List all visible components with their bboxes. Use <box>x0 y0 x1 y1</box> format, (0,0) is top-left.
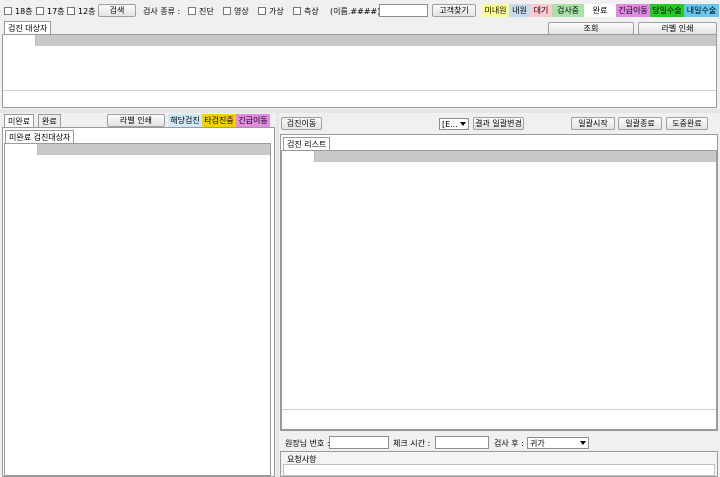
checkbox-box[interactable] <box>4 7 12 15</box>
exam-type-label: 검사 종류 : <box>143 7 181 16</box>
customer-name-input[interactable] <box>379 4 428 17</box>
chevron-down-icon <box>580 441 586 445</box>
grid-corner <box>5 144 38 155</box>
request-notes-frame: 요청사항 <box>280 451 718 477</box>
legend-this-exam: 해당검진 <box>168 114 202 127</box>
exam-move-button[interactable]: 검진이동 <box>281 117 322 130</box>
tab-incomplete-exam-targets[interactable]: 미완료 검진대상자 <box>5 130 75 143</box>
checkbox-box[interactable] <box>293 7 301 15</box>
status-legend-in-exam: 검사중 <box>552 4 584 17</box>
checkbox-box[interactable] <box>258 7 266 15</box>
grid-header <box>3 35 716 46</box>
result-select[interactable]: [E... <box>439 118 469 130</box>
status-legend-waiting: 대기 <box>530 4 552 17</box>
floor-18-checkbox[interactable]: 18층 <box>4 6 33 17</box>
status-legend-not-visited: 미내원 <box>482 4 509 17</box>
batch-result-change-button[interactable]: 결과 일괄변경 <box>473 117 524 130</box>
checkbox-box[interactable] <box>223 7 231 15</box>
customer-search-button[interactable]: 고객찾기 <box>432 4 476 17</box>
after-exam-label: 검사 후 : <box>494 439 524 448</box>
checkbox-box[interactable] <box>67 7 75 15</box>
grid-corner <box>3 35 36 46</box>
status-legend-urgent-move: 긴급이동 <box>616 4 650 17</box>
right-panel-frame: 검진 리스트 <box>280 134 718 431</box>
batch-end-button[interactable]: 일괄종료 <box>618 117 662 130</box>
search-button[interactable]: 검색 <box>98 4 136 17</box>
status-legend-done: 완료 <box>584 4 616 17</box>
chevron-down-icon <box>460 122 466 126</box>
status-legend-same-day-surgery: 당일수술 <box>650 4 684 17</box>
midway-complete-button[interactable]: 도중완료 <box>666 117 708 130</box>
doctor-number-input[interactable] <box>329 436 389 449</box>
horizontal-splitter[interactable] <box>0 109 720 113</box>
checkbox-box[interactable] <box>36 7 44 15</box>
after-exam-select[interactable]: 귀가 <box>527 437 589 449</box>
left-label-print-button[interactable]: 라벨 인쇄 <box>107 114 165 127</box>
grid-divider <box>282 409 716 410</box>
floor-17-checkbox[interactable]: 17층 <box>36 6 65 17</box>
name-format-hint: (이름.####) <box>330 7 381 16</box>
incomplete-exam-targets-grid[interactable] <box>4 143 271 476</box>
vertical-splitter[interactable] <box>276 113 279 477</box>
legend-other-exam-in-progress: 타검진중 <box>202 114 236 127</box>
doctor-number-label: 원장님 번호 : <box>285 439 330 448</box>
exam-type-diagnosis-checkbox[interactable]: 진단 <box>188 6 214 17</box>
checkbox-box[interactable] <box>188 7 196 15</box>
exam-type-measure-checkbox[interactable]: 측상 <box>293 6 319 17</box>
request-notes-input[interactable] <box>283 464 715 476</box>
tab-exam-list[interactable]: 검진 리스트 <box>283 137 331 150</box>
grid-corner <box>282 151 315 162</box>
batch-start-button[interactable]: 일괄시작 <box>571 117 615 130</box>
exam-type-virtual-checkbox[interactable]: 가상 <box>258 6 284 17</box>
check-time-label: 체크 시간 : <box>393 439 431 448</box>
exam-type-imaging-checkbox[interactable]: 영상 <box>223 6 249 17</box>
status-legend-visited: 내원 <box>509 4 530 17</box>
grid-header <box>282 151 716 162</box>
tab-complete[interactable]: 완료 <box>38 114 61 127</box>
exam-targets-grid[interactable] <box>2 34 717 108</box>
legend-urgent-move: 긴급이동 <box>236 114 270 127</box>
grid-header <box>5 144 270 155</box>
floor-12-checkbox[interactable]: 12층 <box>67 6 96 17</box>
grid-divider <box>3 90 716 91</box>
tab-exam-targets[interactable]: 검진 대상자 <box>4 21 52 34</box>
tab-incomplete[interactable]: 미완료 <box>4 114 35 127</box>
exam-list-grid[interactable] <box>281 150 717 430</box>
left-panel-frame: 미완료 검진대상자 <box>2 127 275 477</box>
check-time-input[interactable] <box>435 436 489 449</box>
status-legend-next-day-surgery: 내일수술 <box>684 4 719 17</box>
